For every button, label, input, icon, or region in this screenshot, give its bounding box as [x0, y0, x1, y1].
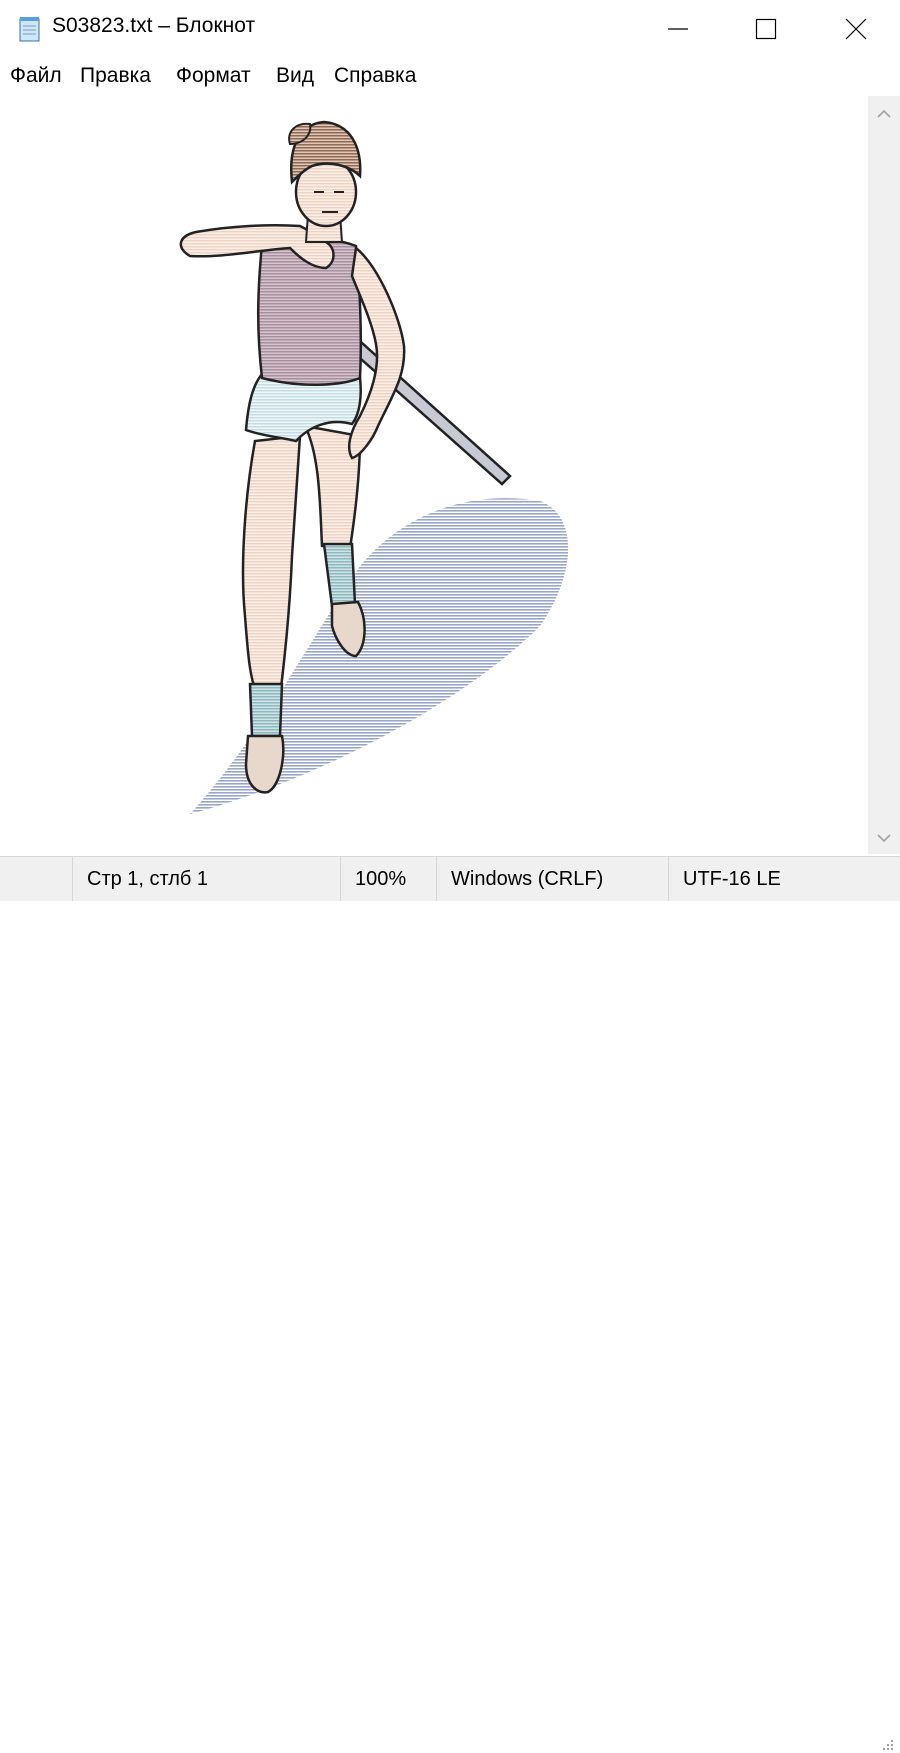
status-line-endings: Windows (CRLF)	[436, 857, 668, 901]
text-editor-area[interactable]	[0, 96, 868, 854]
resize-grip-icon[interactable]	[878, 1735, 896, 1753]
maximize-icon	[755, 18, 777, 40]
minimize-icon	[668, 28, 688, 30]
menu-help[interactable]: Справка	[334, 64, 416, 88]
scroll-down-button[interactable]	[868, 822, 900, 854]
vertical-scrollbar[interactable]	[868, 96, 900, 854]
menu-view[interactable]: Вид	[276, 64, 314, 88]
close-button[interactable]	[810, 0, 900, 58]
notepad-icon	[19, 17, 40, 42]
minimize-button[interactable]	[632, 0, 724, 58]
menu-bar: Файл Правка Формат Вид Справка	[0, 58, 900, 96]
status-cursor-position: Стр 1, стлб 1	[72, 857, 340, 901]
status-zoom: 100%	[340, 857, 436, 901]
chevron-up-icon	[877, 109, 891, 118]
menu-edit[interactable]: Правка	[80, 64, 151, 88]
chevron-down-icon	[877, 834, 891, 843]
scroll-up-button[interactable]	[868, 98, 900, 130]
status-encoding: UTF-16 LE	[668, 857, 900, 901]
status-bar: Стр 1, стлб 1 100% Windows (CRLF) UTF-16…	[0, 856, 900, 1750]
figure-with-baton-ascii-art	[179, 120, 569, 814]
menu-file[interactable]: Файл	[10, 64, 62, 88]
menu-format[interactable]: Формат	[176, 64, 251, 88]
window-title: S03823.txt – Блокнот	[52, 14, 256, 37]
title-bar: S03823.txt – Блокнот	[0, 0, 900, 58]
maximize-button[interactable]	[720, 0, 812, 58]
close-icon	[845, 18, 867, 40]
